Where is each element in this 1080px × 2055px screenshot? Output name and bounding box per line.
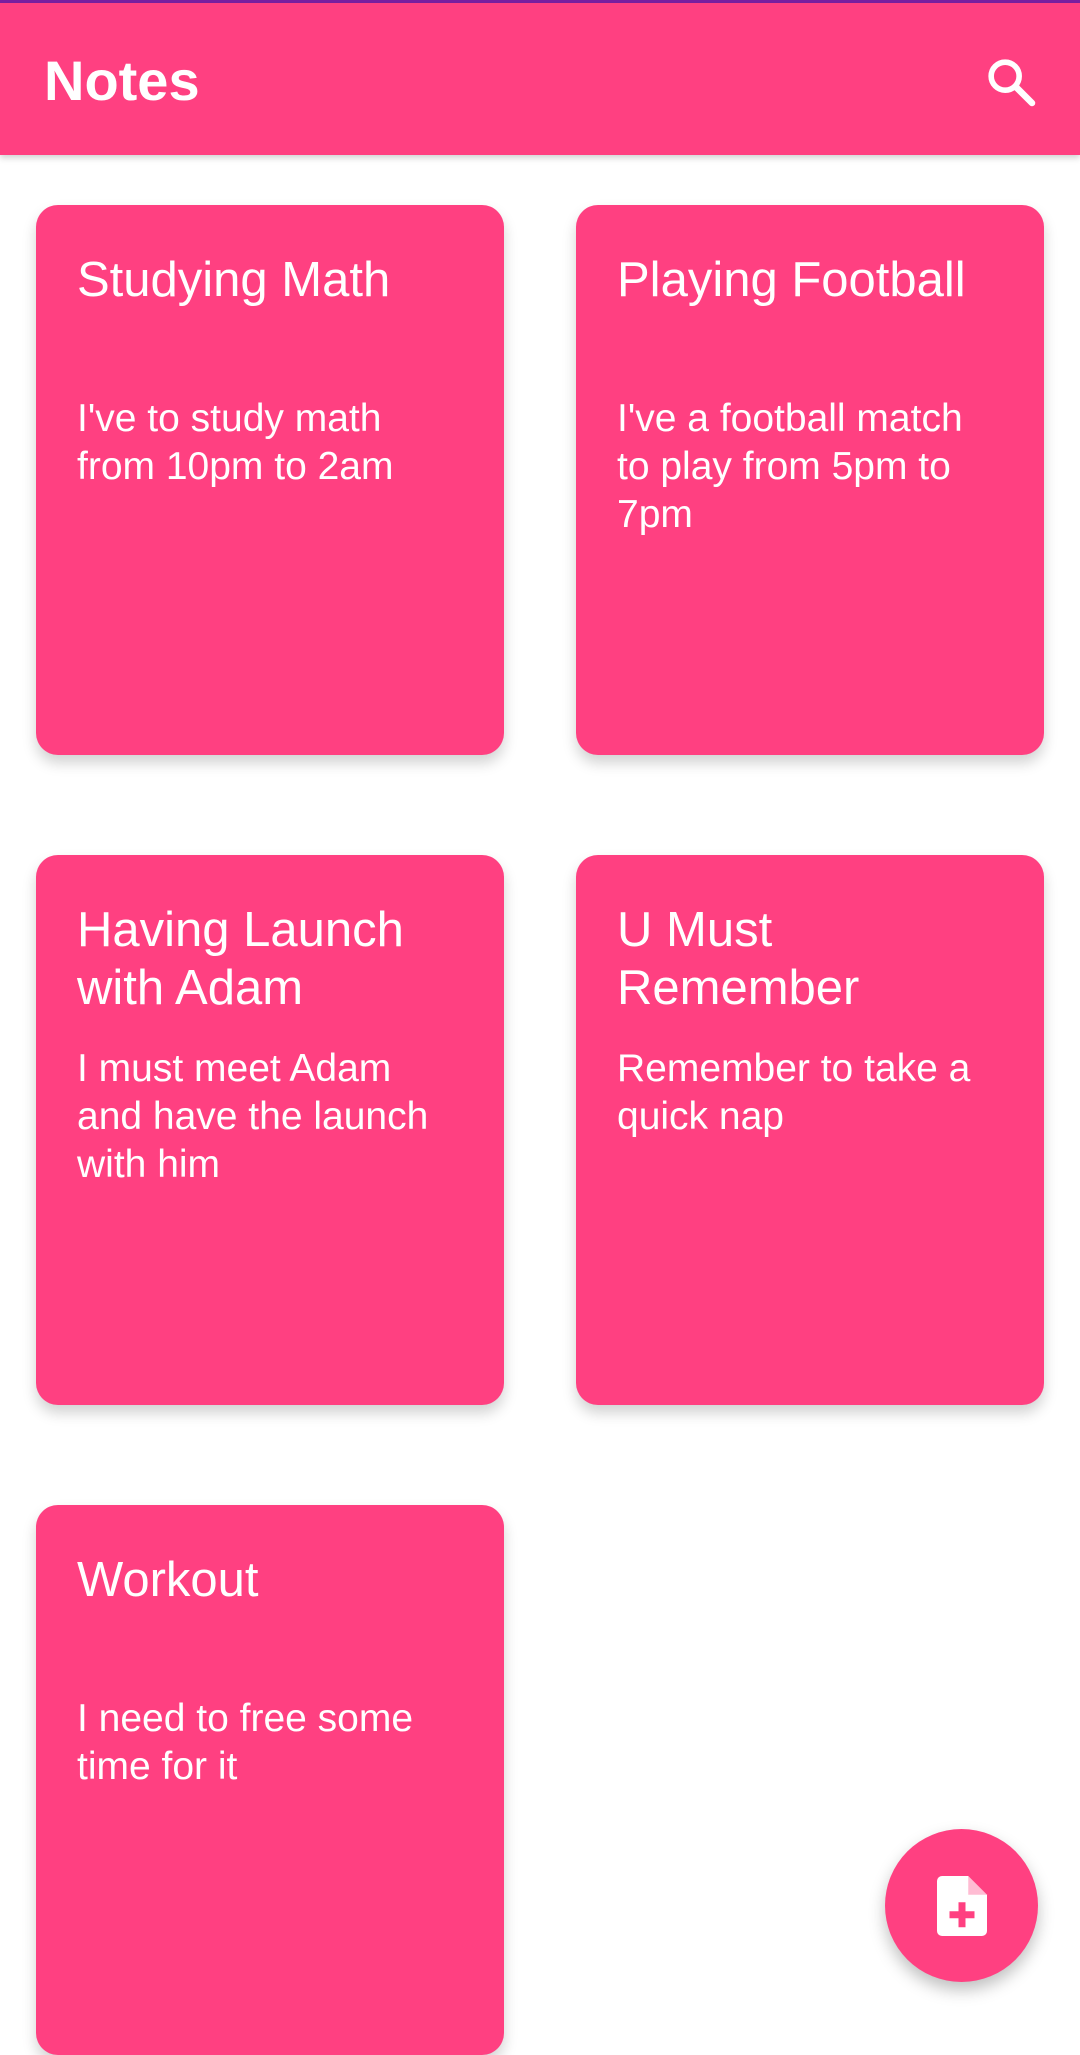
note-card[interactable]: Having Launch with Adam I must meet Adam… bbox=[36, 855, 504, 1405]
page-title: Notes bbox=[44, 49, 200, 112]
note-title: Workout bbox=[77, 1553, 259, 1607]
note-title: U Must Remember bbox=[617, 903, 860, 1015]
app-bar: Notes bbox=[0, 3, 1080, 155]
notes-grid: Studying Math I've to study math from 10… bbox=[0, 155, 1080, 2055]
note-body: I've a football match to play from 5pm t… bbox=[617, 397, 963, 536]
add-note-button[interactable] bbox=[885, 1829, 1038, 1982]
note-add-icon bbox=[936, 1875, 987, 1936]
note-body: I've to study math from 10pm to 2am bbox=[77, 397, 394, 488]
note-card[interactable]: Playing Football I've a football match t… bbox=[576, 205, 1044, 755]
note-body: I need to free some time for it bbox=[77, 1697, 414, 1788]
note-title: Playing Football bbox=[617, 253, 966, 307]
note-card[interactable]: Workout I need to free some time for it bbox=[36, 1505, 504, 2055]
note-title: Having Launch with Adam bbox=[77, 903, 404, 1015]
note-body: I must meet Adam and have the launch wit… bbox=[77, 1047, 429, 1186]
search-button[interactable] bbox=[976, 47, 1046, 117]
search-icon bbox=[988, 59, 1036, 107]
note-card[interactable]: U Must Remember Remember to take a quick… bbox=[576, 855, 1044, 1405]
note-card[interactable]: Studying Math I've to study math from 10… bbox=[36, 205, 504, 755]
note-title: Studying Math bbox=[77, 253, 391, 307]
note-body: Remember to take a quick nap bbox=[617, 1047, 971, 1138]
